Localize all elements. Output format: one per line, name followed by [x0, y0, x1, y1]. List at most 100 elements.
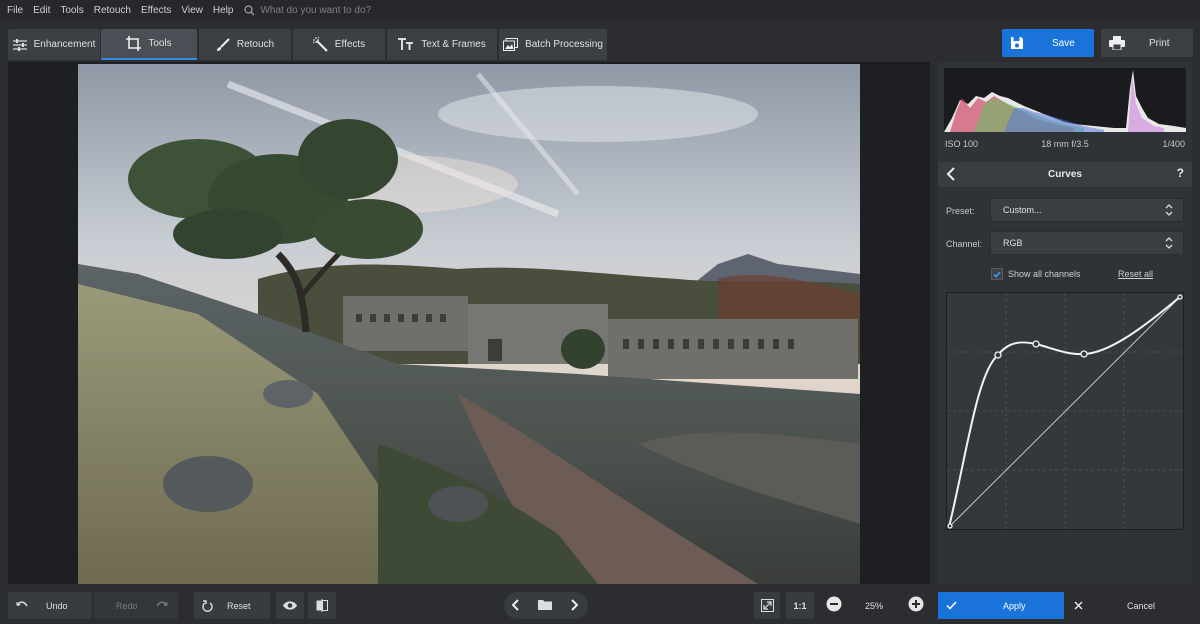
- reset-all-link[interactable]: Reset all: [1118, 269, 1153, 279]
- updown-chevron-icon: [1165, 237, 1173, 249]
- histogram: [944, 68, 1186, 132]
- folder-icon: [538, 600, 552, 610]
- zoom-in-button[interactable]: [905, 593, 927, 615]
- search-input[interactable]: [260, 4, 461, 16]
- save-button[interactable]: Save: [1002, 29, 1094, 57]
- cancel-button[interactable]: Cancel: [1068, 592, 1192, 619]
- prev-image-button[interactable]: [511, 599, 520, 613]
- print-button[interactable]: Print: [1101, 29, 1193, 57]
- batch-images-icon: [503, 38, 519, 51]
- preset-label: Preset:: [946, 206, 975, 216]
- reset-button[interactable]: Reset: [194, 592, 270, 619]
- edited-photo: [78, 64, 860, 584]
- menu-tools[interactable]: Tools: [55, 5, 88, 16]
- tab-batch-processing[interactable]: Batch Processing: [499, 29, 607, 60]
- checkbox-box[interactable]: [991, 268, 1003, 280]
- save-label: Save: [1052, 37, 1075, 49]
- floppy-disk-icon: [1011, 37, 1023, 49]
- fit-screen-icon: [760, 599, 774, 612]
- curves-graph[interactable]: [946, 292, 1184, 530]
- channel-select[interactable]: RGB: [990, 231, 1184, 255]
- image-canvas[interactable]: [8, 62, 930, 584]
- back-arrow-icon[interactable]: [946, 167, 956, 181]
- plus-circle-icon: [908, 596, 924, 612]
- actual-size-button[interactable]: 1:1: [786, 592, 814, 619]
- undo-icon: [16, 601, 28, 607]
- tab-effects[interactable]: Effects: [293, 29, 385, 60]
- chevron-right-icon: [571, 599, 579, 611]
- menu-bar: File Edit Tools Retouch Effects View Hel…: [0, 0, 1200, 20]
- tab-retouch[interactable]: Retouch: [199, 29, 291, 60]
- tab-tools[interactable]: Tools: [101, 29, 197, 60]
- tab-enhancement-label: Enhancement: [33, 39, 96, 50]
- open-folder-button[interactable]: [538, 599, 553, 613]
- bottom-bar: Undo Redo Reset 1:1 25% Apply Cancel: [0, 587, 1200, 624]
- tab-text-frames[interactable]: Text & Frames: [387, 29, 497, 60]
- preview-button[interactable]: [276, 592, 304, 619]
- compare-icon: [316, 599, 328, 612]
- magic-wand-icon: [312, 37, 328, 52]
- sliders-icon: [12, 38, 27, 51]
- fit-to-screen-button[interactable]: [754, 592, 780, 619]
- navigation-group: [504, 592, 588, 619]
- exif-info: ISO 100 18 mm f/3.5 1/400: [938, 136, 1192, 152]
- tab-tools-label: Tools: [148, 38, 172, 49]
- zoom-level-display[interactable]: 25%: [850, 592, 898, 619]
- main-toolbar: Enhancement Tools Retouch Effects Text &…: [0, 26, 1200, 60]
- reset-label: Reset: [227, 600, 251, 611]
- zoom-out-button[interactable]: [823, 593, 845, 615]
- menu-edit[interactable]: Edit: [28, 5, 55, 16]
- tab-text-frames-label: Text & Frames: [421, 39, 486, 50]
- tab-batch-label: Batch Processing: [525, 39, 603, 50]
- menu-search: [244, 4, 461, 16]
- minus-circle-icon: [826, 596, 842, 612]
- show-all-channels-checkbox[interactable]: Show all channels: [991, 268, 1081, 280]
- tab-retouch-label: Retouch: [236, 39, 275, 50]
- curve-point[interactable]: [1177, 294, 1183, 300]
- updown-chevron-icon: [1165, 204, 1173, 216]
- curves-header: Curves ?: [938, 162, 1192, 187]
- check-icon: [993, 270, 1001, 278]
- reset-icon: [202, 599, 213, 612]
- menu-view[interactable]: View: [176, 5, 208, 16]
- preset-select[interactable]: Custom...: [990, 198, 1184, 222]
- tab-enhancement[interactable]: Enhancement: [8, 29, 100, 60]
- curve-point[interactable]: [1080, 350, 1088, 358]
- menu-file[interactable]: File: [2, 5, 28, 16]
- text-icon: [398, 38, 414, 50]
- menu-retouch[interactable]: Retouch: [89, 5, 136, 16]
- tab-effects-label: Effects: [334, 39, 366, 50]
- cancel-label: Cancel: [1127, 600, 1156, 611]
- eye-icon: [283, 601, 297, 610]
- curve-point[interactable]: [947, 523, 953, 529]
- apply-label: Apply: [1003, 600, 1026, 611]
- print-label: Print: [1149, 37, 1170, 49]
- exif-lens: 18 mm f/3.5: [1041, 139, 1089, 149]
- preset-value: Custom...: [1003, 205, 1042, 215]
- curve-point[interactable]: [1032, 340, 1040, 348]
- brush-icon: [216, 37, 230, 51]
- apply-button[interactable]: Apply: [938, 592, 1064, 619]
- close-icon: [1074, 601, 1083, 610]
- check-icon: [946, 601, 957, 610]
- redo-button[interactable]: Redo: [94, 592, 178, 619]
- compare-button[interactable]: [308, 592, 336, 619]
- channel-label: Channel:: [946, 239, 983, 249]
- menu-effects[interactable]: Effects: [136, 5, 176, 16]
- show-all-channels-label: Show all channels: [1008, 269, 1081, 279]
- redo-icon: [155, 601, 168, 607]
- next-image-button[interactable]: [570, 599, 579, 613]
- chevron-left-icon: [511, 599, 519, 611]
- curves-title: Curves: [1048, 169, 1082, 180]
- menu-help[interactable]: Help: [208, 5, 239, 16]
- right-panel: ISO 100 18 mm f/3.5 1/400 Curves ? Prese…: [938, 62, 1192, 584]
- search-icon: [244, 4, 255, 15]
- channel-value: RGB: [1003, 238, 1023, 248]
- undo-button[interactable]: Undo: [8, 592, 92, 619]
- redo-label: Redo: [116, 600, 138, 611]
- help-icon[interactable]: ?: [1177, 166, 1184, 180]
- curve-point[interactable]: [994, 351, 1002, 359]
- printer-icon: [1109, 36, 1125, 50]
- crop-icon: [126, 36, 142, 51]
- undo-label: Undo: [46, 600, 68, 611]
